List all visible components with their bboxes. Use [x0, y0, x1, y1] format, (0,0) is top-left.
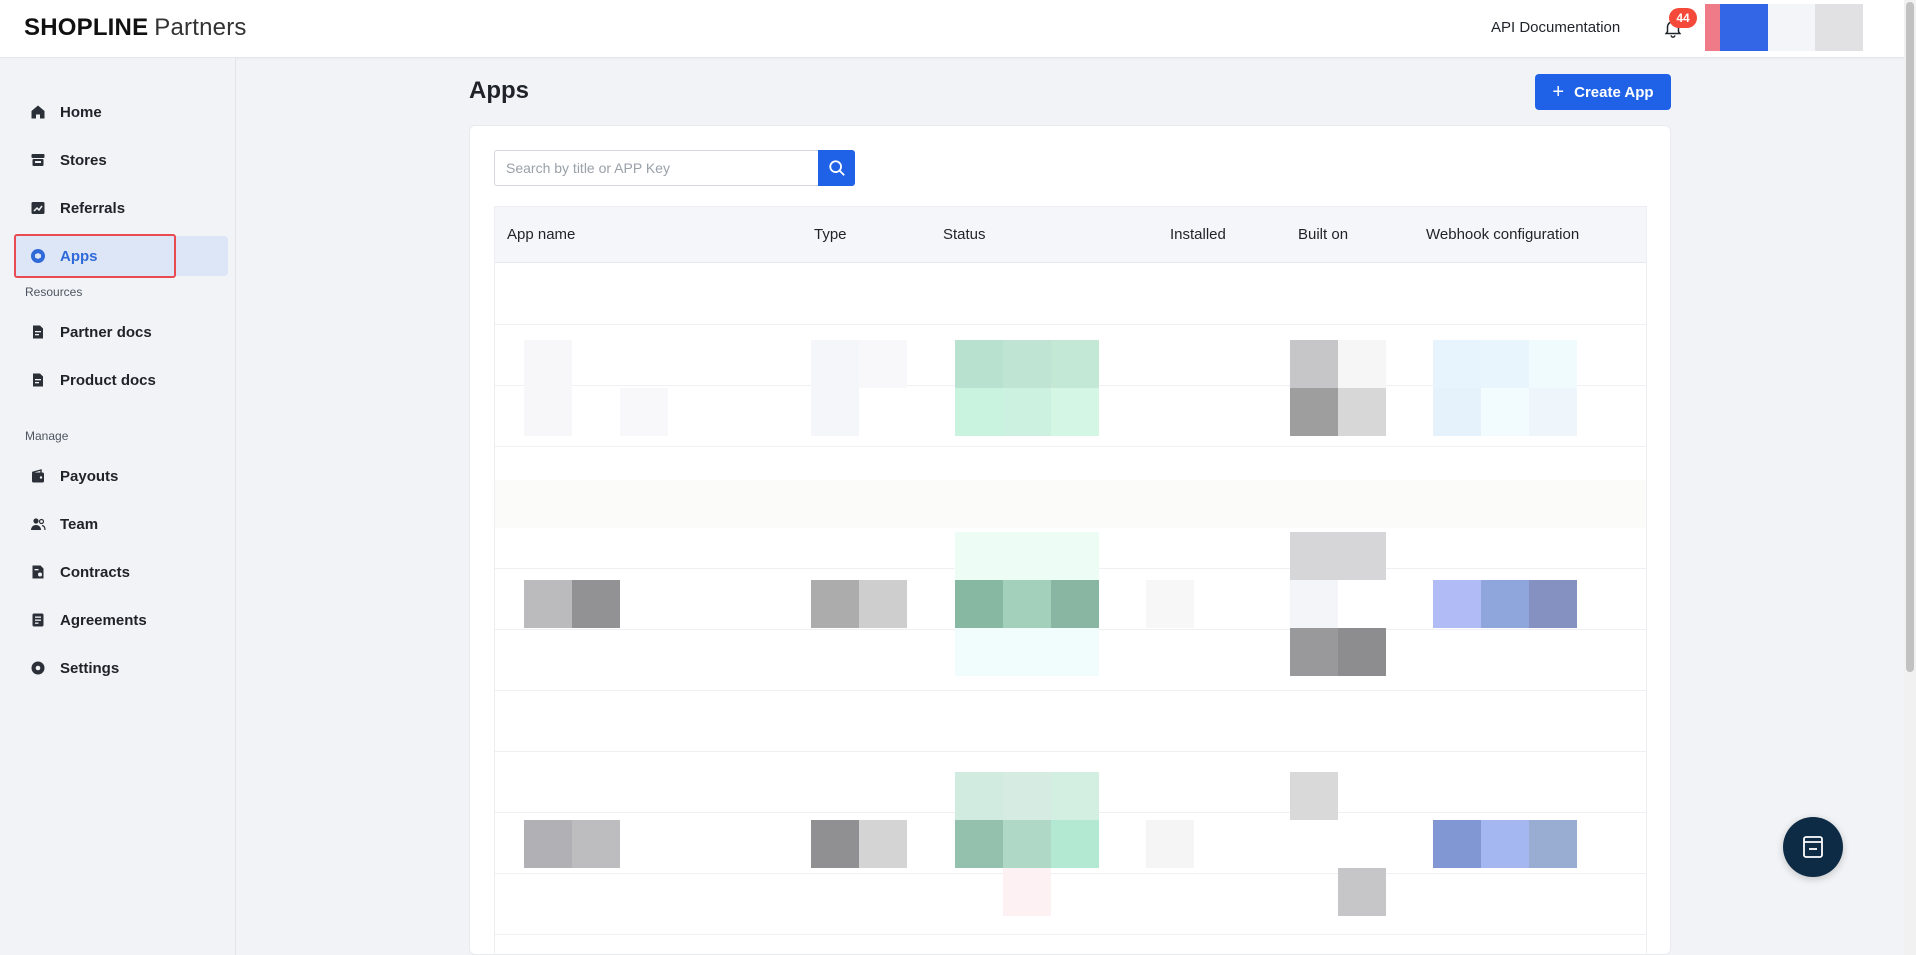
sidebar-item-label: Referrals: [60, 199, 126, 217]
sidebar-item-label: Stores: [60, 151, 107, 169]
document-icon: [33, 325, 43, 339]
sidebar-item-settings[interactable]: Settings: [14, 648, 228, 688]
row-divider: [495, 690, 1646, 691]
home-icon: [31, 105, 45, 119]
column-header-built-on[interactable]: Built on: [1298, 226, 1348, 243]
sidebar-item-team[interactable]: Team: [14, 504, 228, 544]
table-header: App name Type Status Installed Built on …: [495, 207, 1646, 263]
store-icon: [31, 154, 45, 166]
row-divider: [495, 751, 1646, 752]
team-icon: [31, 518, 46, 531]
row-divider: [495, 873, 1646, 874]
agreement-icon: [32, 613, 44, 627]
sidebar-item-home[interactable]: Home: [14, 92, 228, 132]
page-title: Apps: [469, 77, 529, 104]
apps-card: App name Type Status Installed Built on …: [469, 125, 1671, 955]
sidebar: Home Stores Referrals Apps Resources Par…: [0, 58, 236, 955]
section-label-manage: Manage: [25, 429, 69, 443]
column-header-type[interactable]: Type: [814, 226, 847, 243]
search-button[interactable]: [818, 150, 855, 186]
sidebar-item-label: Product docs: [60, 371, 156, 389]
page-scrollbar[interactable]: [1904, 0, 1916, 955]
top-header: SHOPLINE Partners API Documentation 44: [0, 0, 1904, 58]
sidebar-item-apps[interactable]: Apps: [14, 234, 228, 278]
chart-icon: [31, 202, 45, 214]
sidebar-item-label: Agreements: [60, 611, 147, 629]
row-divider: [495, 446, 1646, 447]
sidebar-item-label: Team: [60, 515, 99, 533]
plus-icon: +: [1552, 81, 1565, 103]
column-header-installed[interactable]: Installed: [1170, 226, 1226, 243]
sidebar-item-partner-docs[interactable]: Partner docs: [14, 312, 228, 352]
notes-icon: [1803, 836, 1823, 858]
sidebar-item-agreements[interactable]: Agreements: [14, 600, 228, 640]
sidebar-item-label: Partner docs: [60, 323, 152, 341]
sidebar-item-label: Home: [60, 103, 102, 121]
logo-sub: Partners: [154, 14, 247, 41]
sidebar-item-product-docs[interactable]: Product docs: [14, 360, 228, 400]
sidebar-item-payouts[interactable]: Payouts: [14, 456, 228, 496]
create-app-button[interactable]: + Create App: [1535, 74, 1671, 110]
selection-highlight: [14, 234, 176, 278]
sidebar-item-stores[interactable]: Stores: [14, 140, 228, 180]
wallet-icon: [31, 469, 44, 483]
scrollbar-thumb[interactable]: [1906, 2, 1914, 672]
search-bar: [494, 150, 855, 186]
row-divider: [495, 324, 1646, 325]
column-header-status[interactable]: Status: [943, 226, 986, 243]
logo[interactable]: SHOPLINE Partners: [24, 14, 247, 42]
sidebar-item-label: Payouts: [60, 467, 119, 485]
document-icon: [33, 373, 43, 387]
feedback-float-button[interactable]: [1783, 817, 1843, 877]
gear-icon: [31, 661, 45, 675]
sidebar-item-referrals[interactable]: Referrals: [14, 188, 228, 228]
notification-badge: 44: [1669, 8, 1697, 28]
logo-brand: SHOPLINE: [24, 14, 149, 41]
section-label-resources: Resources: [25, 285, 83, 299]
contract-icon: [32, 565, 44, 579]
search-input[interactable]: [494, 150, 818, 186]
api-documentation-link[interactable]: API Documentation: [1491, 19, 1620, 36]
sidebar-item-label: Settings: [60, 659, 120, 677]
column-header-webhook-configuration[interactable]: Webhook configuration: [1426, 226, 1579, 243]
column-header-app-name[interactable]: App name: [507, 226, 575, 243]
sidebar-item-contracts[interactable]: Contracts: [14, 552, 228, 592]
sidebar-item-label: Contracts: [60, 563, 131, 581]
account-avatar[interactable]: [1705, 4, 1865, 51]
search-icon: [828, 160, 845, 176]
create-app-label: Create App: [1574, 83, 1654, 101]
apps-table: App name Type Status Installed Built on …: [494, 206, 1647, 955]
row-divider: [495, 934, 1646, 935]
